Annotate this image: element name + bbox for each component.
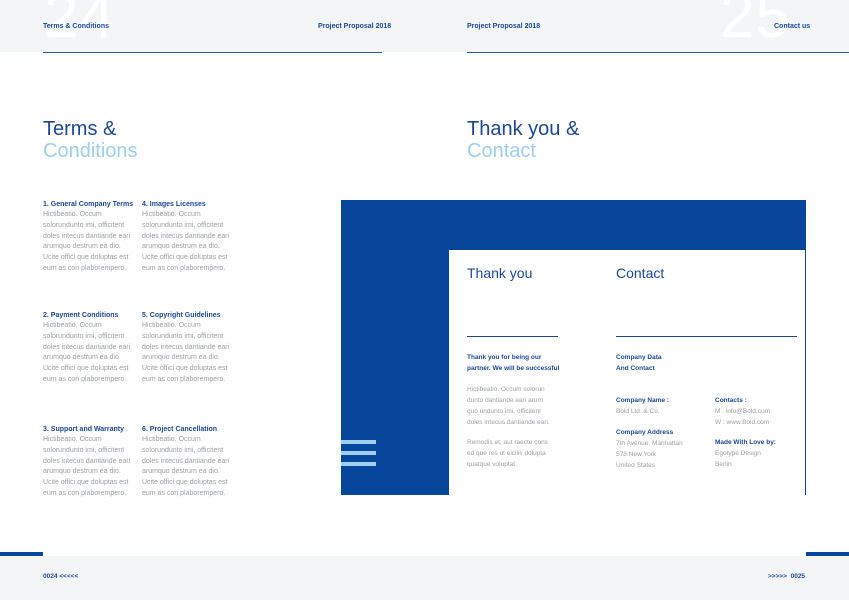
footer-accent-left [0,552,43,556]
contact-title: Thank you & Contact [467,118,579,162]
address-line: 578 New York [616,451,657,458]
thank-you-lead-line: partner. We will be successful [467,365,560,372]
term-heading: 6. Project Cancellation [142,426,218,433]
contact-title-line2: Contact [467,140,536,162]
header-rule-left [43,52,382,53]
header-section-right: Contact us [774,23,811,30]
paragraph-line: quatque voluptat. [467,461,517,468]
term-block-6: 6. Project Cancellation Hictibeatio. Occ… [142,424,237,500]
company-address-label: Company Address [616,429,674,436]
thank-you-lead-line: Thank you for being our [467,354,542,361]
terms-title-line2: Conditions [43,140,138,162]
term-body: Hictibeatio. Occum solorundunto imi, off… [43,322,131,383]
term-heading: 5. Copyright Guidelines [142,312,221,319]
term-body: Hictibeatio. Occum solorundunto imi, off… [43,436,131,497]
term-body: Hictibeatio. Occum solorundunto imi, off… [142,322,230,383]
company-name-label: Company Name : [616,397,670,404]
address-line: United States [616,462,656,469]
term-block-1: 1. General Company Terms Hictibeatio. Oc… [43,199,138,275]
term-heading: 1. General Company Terms [43,201,134,208]
company-address-block: Company Address 7th Avenue, Manhattan 57… [616,427,711,471]
terms-title-line1: Terms & [43,118,117,140]
term-block-5: 5. Copyright Guidelines Hictibeatio. Occ… [142,310,237,386]
header-proposal-left: Project Proposal 2018 [318,23,392,30]
stripe-decoration-3 [341,462,376,466]
footer-page-right: >>>>> 0025 [768,573,806,580]
paragraph-line: Remodis et, aut raecte cons [467,439,548,446]
website-link[interactable]: W : www.Bold.com [715,417,800,428]
company-data-line: And Contact [616,365,655,372]
stripe-decoration-1 [341,440,376,444]
made-with-line: Egotype Design [715,450,761,457]
header-proposal-right: Project Proposal 2018 [467,23,541,30]
paragraph-line: quo undunto imi, officitent [467,408,541,415]
thank-you-lead: Thank you for being our partner. We will… [467,352,577,374]
header-rule-right [467,52,849,53]
paragraph-line: doles intecus dantiande eari. [467,419,550,426]
thank-you-rule [467,336,558,337]
paragraph-line: dunto dantiande eari arum [467,397,543,404]
term-block-2: 2. Payment Conditions Hictibeatio. Occum… [43,310,138,386]
thank-you-paragraph-2: Remodis et, aut raecte cons ed que res u… [467,437,577,470]
made-with-label: Made With Love by: [715,439,776,446]
email-link[interactable]: M : info@Bold.com [715,406,800,417]
term-block-4: 4. Images Licenses Hictibeatio. Occum so… [142,199,237,275]
term-block-3: 3. Support and Warranty Hictibeatio. Occ… [43,424,138,500]
made-with-line: Berlin [715,461,732,468]
thank-you-paragraph-1: Hictibeatio. Occum solorun dunto dantian… [467,384,577,428]
thank-you-heading: Thank you [467,265,533,281]
contact-rule [616,336,797,337]
made-with-block: Made With Love by: Egotype Design Berlin [715,437,800,470]
term-body: Hictibeatio. Occum solorundunto imi, off… [43,211,131,272]
term-heading: 2. Payment Conditions [43,312,119,319]
company-data-heading: Company Data And Contact [616,352,716,374]
term-heading: 3. Support and Warranty [43,426,125,433]
company-data-line: Company Data [616,354,662,361]
terms-title: Terms & Conditions [43,118,138,162]
term-heading: 4. Images Licenses [142,201,206,208]
header-section-left: Terms & Conditions [43,23,109,30]
footer-accent-right [806,552,849,556]
footer-page-left: 0024 <<<<< [43,573,79,580]
contact-heading: Contact [616,265,665,281]
paragraph-line: ed que res ut eicilis dolupta [467,450,546,457]
contacts-block: Contacts : M : info@Bold.com W : www.Bol… [715,395,800,428]
paragraph-line: Hictibeatio. Occum solorun [467,386,545,393]
address-line: 7th Avenue, Manhattan [616,440,683,447]
term-body: Hictibeatio. Occum solorundunto imi, off… [142,436,230,497]
contact-title-line1: Thank you & [467,118,580,140]
stripe-decoration-2 [341,451,376,455]
footer-band [0,556,849,600]
company-name-block: Company Name : Bold Ltd. & Co. [616,395,711,417]
company-name-value: Bold Ltd. & Co. [616,408,660,415]
contacts-label: Contacts : [715,397,747,404]
term-body: Hictibeatio. Occum solorundunto imi, off… [142,211,230,272]
